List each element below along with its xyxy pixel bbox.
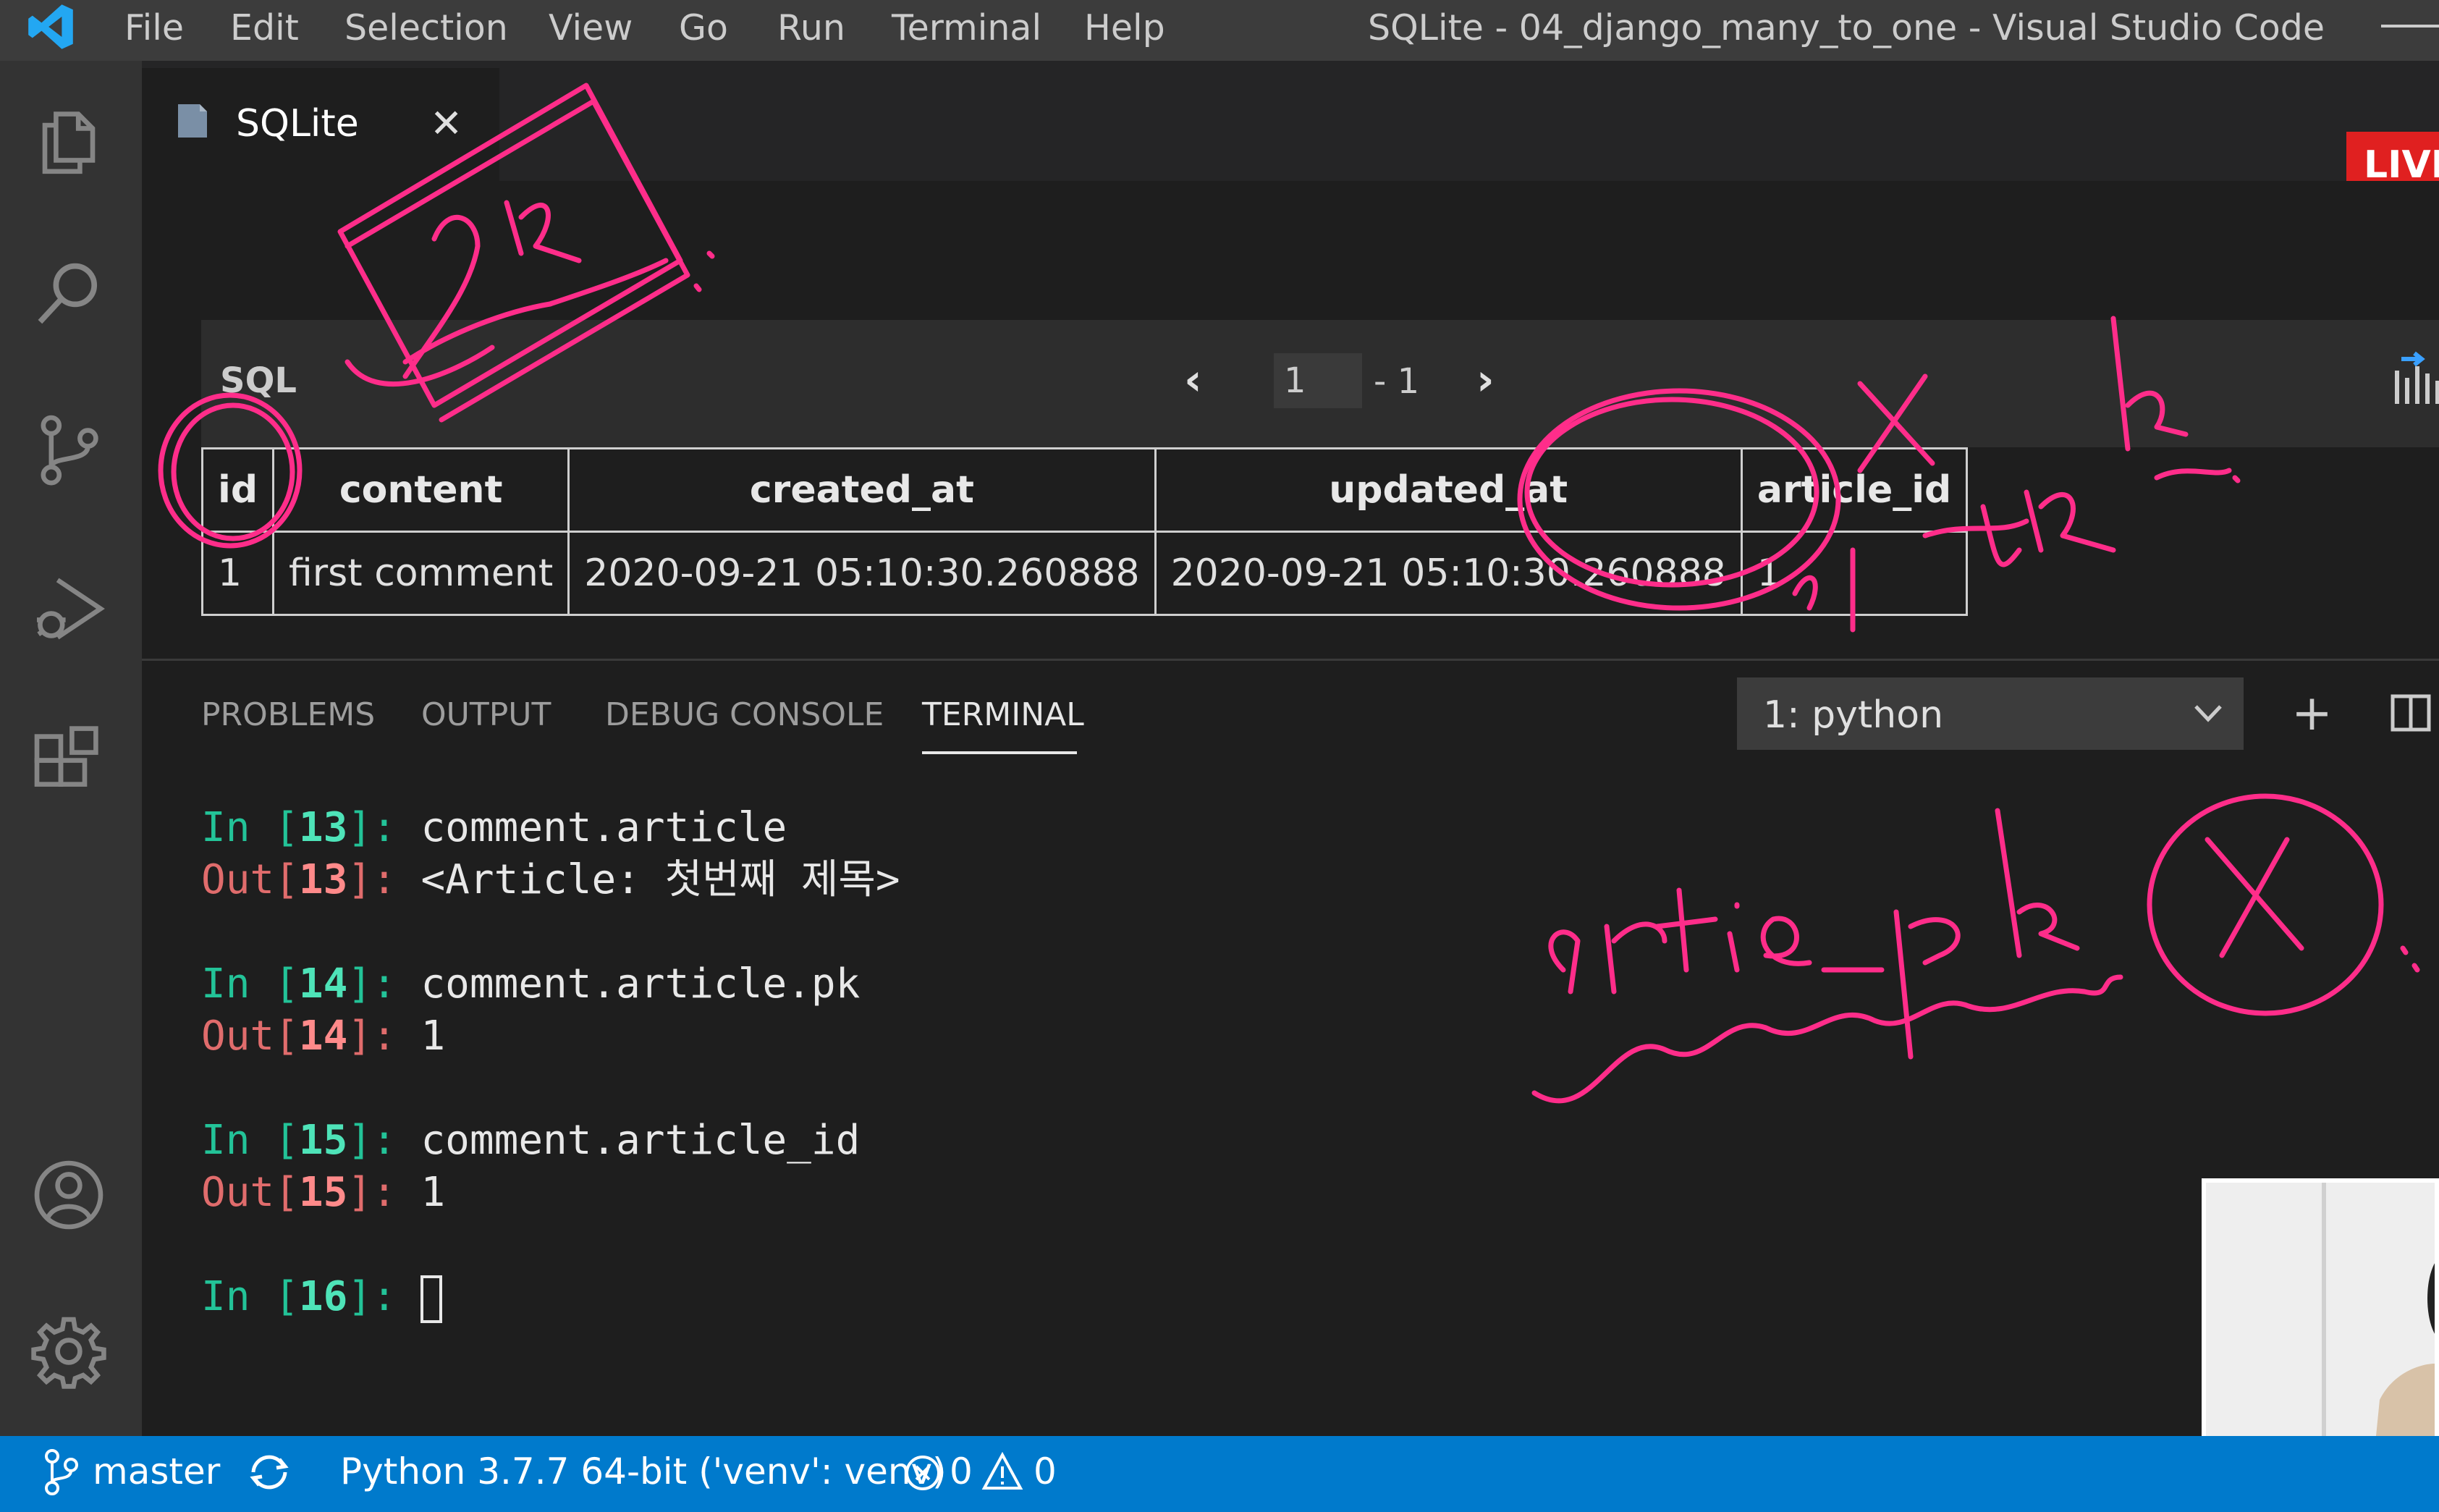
vscode-logo-icon[interactable] [22,1,80,52]
error-count[interactable]: 0 [950,1446,973,1497]
tab-label[interactable]: SQLite [236,100,359,148]
sync-icon[interactable] [246,1450,292,1494]
minimize-icon[interactable] [2381,25,2439,28]
terminal-line: Out[13]: <Article: 첫번째 제목> [201,856,900,903]
ink-x-bottom [2205,837,2304,958]
page-total: - 1 [1374,361,1420,402]
new-terminal-button[interactable]: + [2291,685,2333,743]
menu-view[interactable]: View [549,4,633,52]
menu-run[interactable]: Run [777,4,845,52]
table-header-row: id content created_at updated_at article… [200,447,1969,533]
menu-go[interactable]: Go [679,4,728,52]
terminal-select-value[interactable]: 1: python [1763,693,1943,737]
terminal-line: Out[14]: 1 [201,1013,446,1060]
run-debug-icon[interactable] [29,569,109,649]
panel-divider [142,659,2439,661]
tab-debug-console[interactable]: DEBUG CONSOLE [605,693,884,737]
col-header-content[interactable]: content [272,447,570,533]
table-cell: first comment [272,531,570,616]
settings-gear-icon[interactable] [29,1312,109,1391]
files-icon[interactable] [29,101,109,181]
table-cell: 1 [1740,531,1969,616]
terminal-cursor [420,1275,443,1323]
tab-terminal[interactable]: TERMINAL [922,693,1084,737]
terminal-line: In [15]: comment.article_id [201,1117,861,1164]
sql-label[interactable]: SQL [220,359,297,402]
menu-edit[interactable]: Edit [230,4,299,52]
git-branch-icon[interactable] [42,1449,80,1495]
close-icon[interactable]: ✕ [430,100,462,148]
table-cell: 2020-09-21 05:10:30.260888 [567,531,1157,616]
window-title: SQLite - 04_django_many_to_one - Visual … [1368,7,2325,48]
table-row: 1 first comment 2020-09-21 05:10:30.2608… [200,531,1969,616]
ink-circle-x [2147,793,2384,1016]
col-header-updated-at[interactable]: updated_at [1154,447,1743,533]
warning-count[interactable]: 0 [1033,1446,1057,1497]
tab-output[interactable]: OUTPUT [421,693,551,737]
split-terminal-icon[interactable] [2390,692,2432,734]
table-cell: 1 [200,531,275,616]
menu-file[interactable]: File [124,4,184,52]
source-control-icon[interactable] [29,410,109,489]
menu-help[interactable]: Help [1084,4,1165,52]
next-page-button[interactable]: › [1476,355,1495,405]
warning-icon[interactable] [981,1452,1023,1492]
presenter-image [2206,1183,2435,1472]
ink-underline-wave [1531,974,2123,1104]
col-header-created-at[interactable]: created_at [567,447,1157,533]
results-table: id content created_at updated_at article… [200,447,1969,616]
sqlite-file-icon [178,104,207,138]
git-branch[interactable]: master [93,1446,220,1497]
chevron-down-icon[interactable] [2189,693,2228,732]
python-interpreter[interactable]: Python 3.7.7 64-bit ('venv': venv) [340,1446,947,1497]
active-tab-indicator [922,751,1077,754]
tab-problems[interactable]: PROBLEMS [201,693,375,737]
terminal-line: Out[15]: 1 [201,1169,446,1216]
extensions-icon[interactable] [29,724,109,803]
ink-artie-pk [1548,808,2080,1060]
account-icon[interactable] [29,1155,109,1235]
export-chart-icon[interactable] [2391,349,2439,407]
page-number-input[interactable]: 1 [1274,353,1362,408]
error-icon[interactable] [903,1453,942,1492]
search-icon[interactable] [29,253,109,333]
col-header-article-id[interactable]: article_id [1740,447,1969,533]
terminal-line: In [14]: comment.article.pk [201,960,861,1008]
terminal-prompt-line[interactable]: In [16]: [201,1271,443,1323]
webcam-overlay [2202,1178,2439,1477]
prev-page-button[interactable]: ‹ [1184,355,1202,405]
menu-selection[interactable]: Selection [344,4,508,52]
terminal-line: In [13]: comment.article [201,804,787,851]
table-cell: 2020-09-21 05:10:30.260888 [1154,531,1743,616]
menu-terminal[interactable]: Terminal [892,4,1041,52]
col-header-id[interactable]: id [200,447,275,533]
